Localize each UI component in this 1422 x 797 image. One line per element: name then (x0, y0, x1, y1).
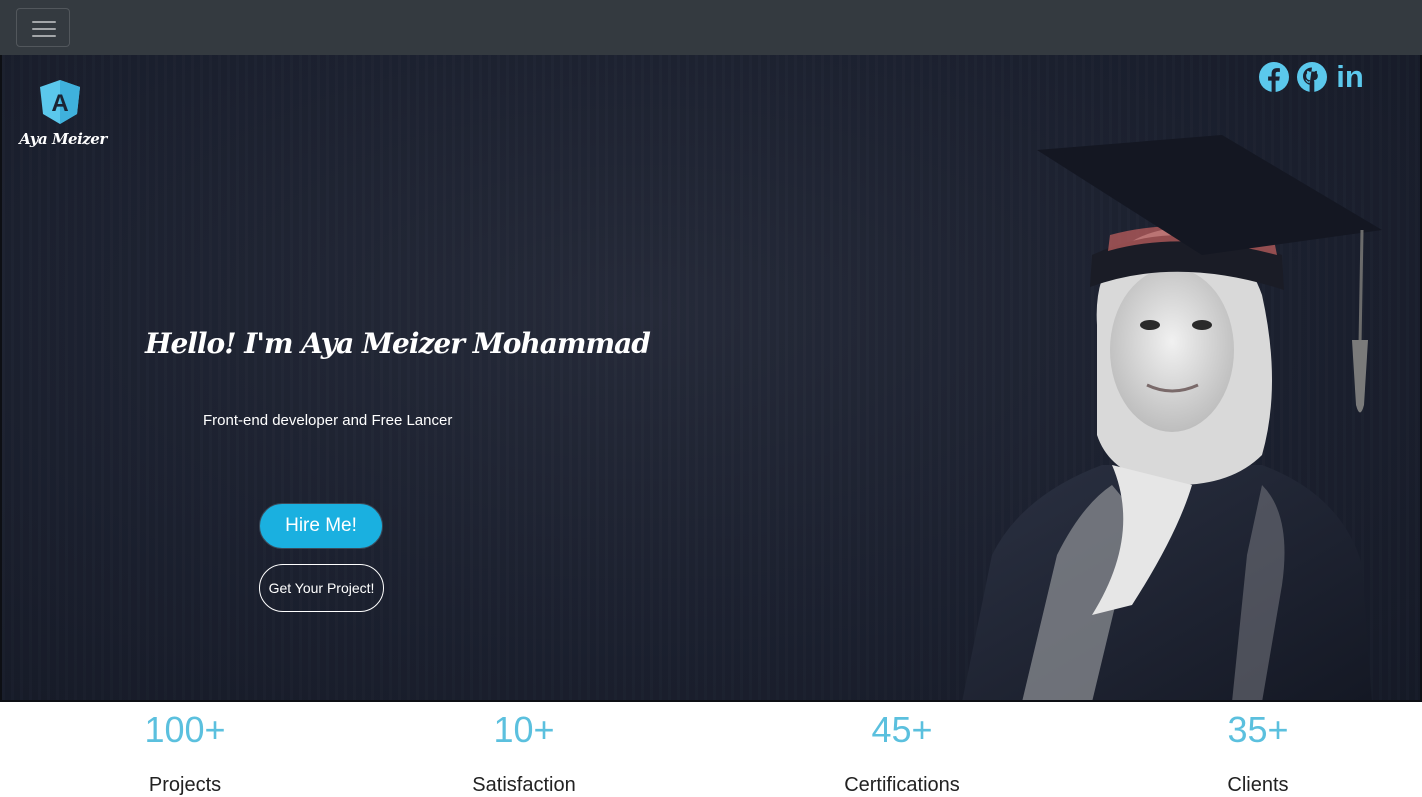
brand-logo[interactable]: A Aya Meizer (18, 80, 108, 155)
stats-section: 100+ Projects 10+ Satisfaction 45+ Certi… (0, 702, 1422, 796)
hero-greeting: Hello! I'm Aya Meizer Mohammad (145, 327, 651, 360)
stat-clients: 35+ Clients (1176, 702, 1340, 797)
top-navbar (0, 0, 1422, 55)
angular-shield-icon: A (40, 80, 80, 124)
stat-label: Clients (1227, 774, 1289, 796)
stat-label: Projects (148, 774, 222, 796)
hire-me-button[interactable]: Hire Me! (259, 503, 383, 549)
stat-label: Certifications (844, 774, 960, 796)
social-links: in (1258, 61, 1366, 93)
stat-label: Satisfaction (472, 774, 576, 796)
hamburger-icon (32, 21, 56, 23)
stat-value: 35+ (1227, 709, 1289, 750)
get-your-project-button[interactable]: Get Your Project! (259, 564, 384, 612)
navbar-toggler-button[interactable] (16, 8, 70, 47)
github-icon[interactable] (1296, 61, 1328, 93)
svg-text:A: A (51, 90, 68, 117)
stat-projects: 100+ Projects (100, 702, 270, 797)
hero-section: A Aya Meizer in Hello! I'm Aya Meizer Mo… (0, 55, 1422, 702)
hero-subtitle: Front-end developer and Free Lancer (203, 412, 453, 429)
stat-satisfaction: 10+ Satisfaction (449, 702, 599, 797)
stat-certifications: 45+ Certifications (812, 702, 992, 797)
stat-value: 10+ (493, 709, 555, 750)
stat-value: 100+ (144, 709, 226, 750)
portrait-photo (962, 135, 1382, 700)
brand-name: Aya Meizer (19, 130, 107, 148)
stat-value: 45+ (871, 709, 933, 750)
facebook-icon[interactable] (1258, 61, 1290, 93)
linkedin-icon[interactable]: in (1334, 61, 1366, 93)
